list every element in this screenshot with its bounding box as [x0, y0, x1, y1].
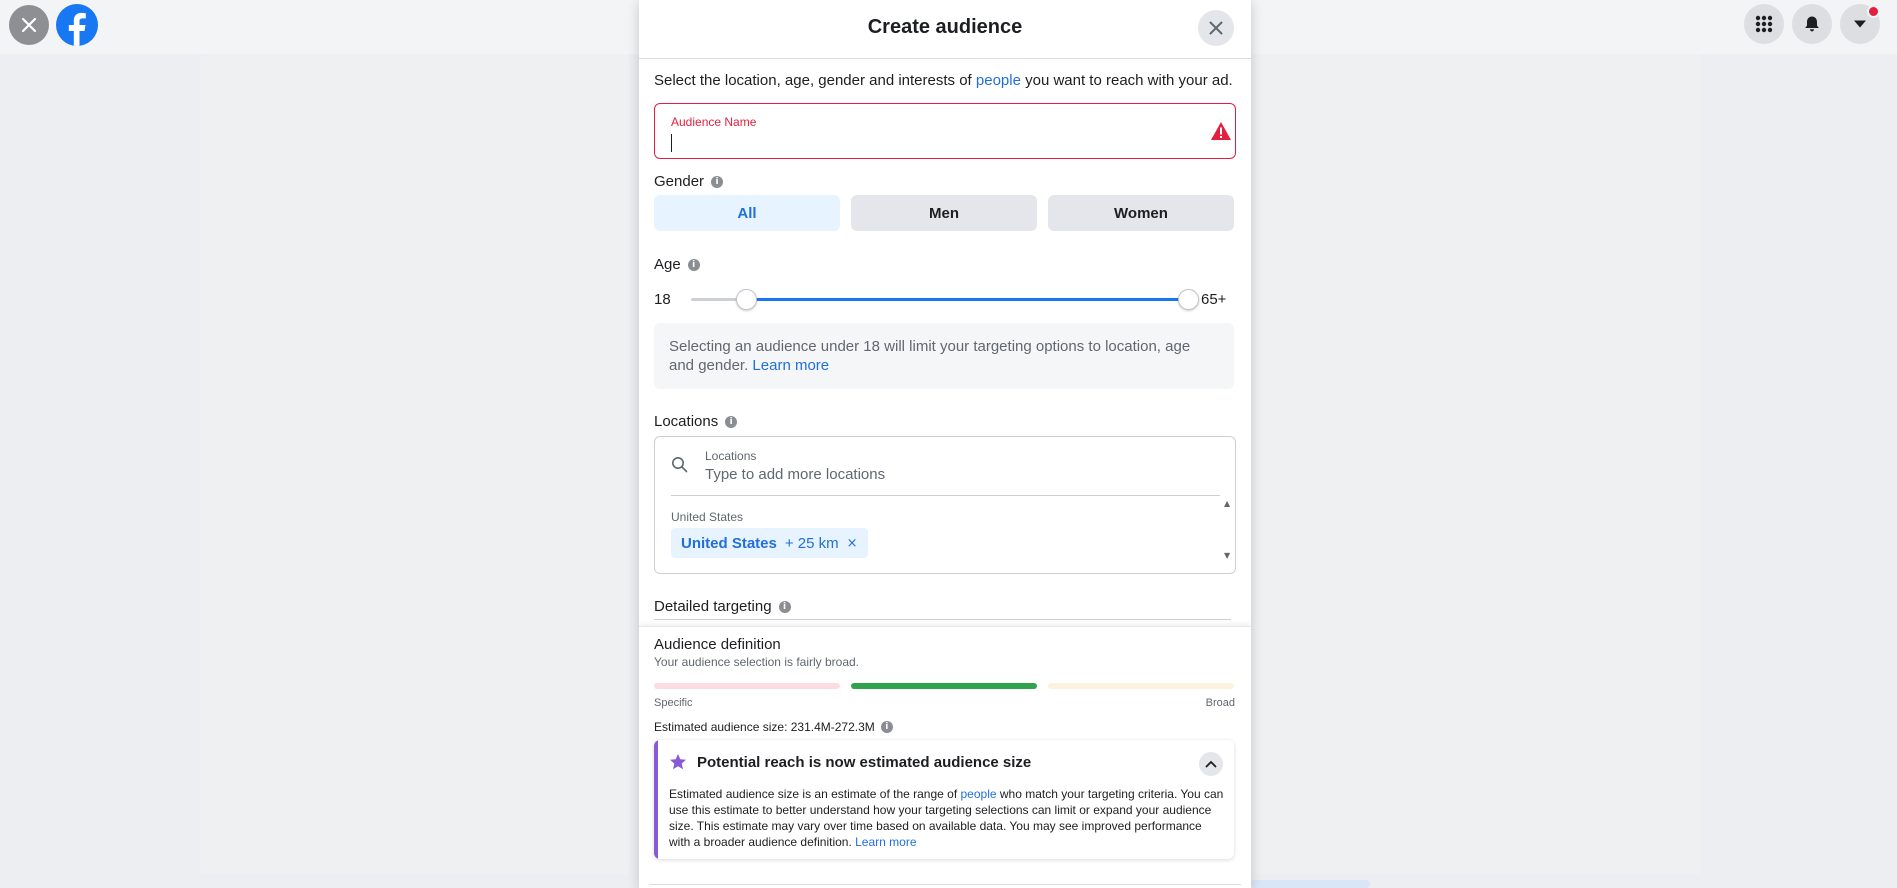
star-icon: [670, 754, 686, 770]
age-range-slider[interactable]: [691, 289, 1199, 310]
background-button: [1250, 880, 1370, 888]
info-icon[interactable]: i: [687, 258, 700, 271]
reach-body-text-1: Estimated audience size is an estimate o…: [669, 787, 961, 801]
gender-all-button[interactable]: All: [654, 195, 840, 231]
info-icon[interactable]: i: [880, 721, 893, 733]
detailed-targeting-label: Detailed targeting: [654, 598, 772, 615]
scroll-up-icon[interactable]: ▲: [1224, 499, 1230, 508]
gender-section-label: Gender i: [654, 173, 724, 190]
apps-menu-button[interactable]: [1744, 4, 1784, 44]
selected-locations-list: United States United States + 25 km ×: [671, 495, 1220, 564]
intro-text-start: Select the location, age, gender and int…: [654, 72, 976, 89]
close-icon: [1209, 21, 1223, 35]
dialog-footer-divider: [649, 884, 1241, 885]
info-icon[interactable]: i: [711, 175, 724, 188]
age-min-label: 18: [654, 291, 671, 308]
age-notice-text: Selecting an audience under 18 will limi…: [669, 338, 1191, 374]
estimated-audience-size: Estimated audience size: 231.4M-272.3M i: [654, 720, 893, 734]
background-panel-left: [200, 54, 630, 874]
locations-field-label: Locations: [705, 449, 757, 463]
create-audience-dialog: Create audience Select the location, age…: [639, 0, 1251, 888]
dialog-header: Create audience: [639, 0, 1251, 59]
notifications-button[interactable]: [1792, 4, 1832, 44]
remove-location-button[interactable]: ×: [847, 536, 858, 551]
close-editor-button[interactable]: [9, 5, 49, 45]
locations-scrollbar[interactable]: ▲ ▼: [1220, 495, 1235, 563]
location-chip[interactable]: United States + 25 km ×: [671, 528, 868, 558]
people-link[interactable]: people: [961, 787, 997, 801]
detailed-targeting-divider: [654, 619, 1231, 620]
location-group-label: United States: [671, 510, 744, 524]
audience-definition-title: Audience definition: [654, 636, 781, 653]
info-icon[interactable]: i: [725, 415, 738, 428]
meter-specific-label: Specific: [654, 697, 693, 709]
gender-women-button[interactable]: Women: [1048, 195, 1234, 231]
audience-name-label: Audience Name: [671, 115, 757, 129]
collapse-notice-button[interactable]: [1199, 752, 1223, 776]
audience-name-input[interactable]: [670, 132, 1190, 152]
age-notice: Selecting an audience under 18 will limi…: [654, 323, 1234, 389]
search-icon: [672, 457, 688, 473]
warning-icon: [1211, 122, 1231, 140]
account-menu-button[interactable]: [1840, 4, 1880, 44]
close-icon: [21, 17, 37, 33]
age-label: Age: [654, 256, 681, 273]
info-icon[interactable]: i: [778, 600, 791, 613]
people-link[interactable]: people: [976, 72, 1021, 89]
text-caret: [671, 134, 672, 152]
dialog-title: Create audience: [867, 16, 1023, 38]
intro-text-end: you want to reach with your ad.: [1020, 72, 1233, 89]
apps-grid-icon: [1755, 15, 1773, 33]
locations-search-input[interactable]: [705, 464, 1185, 484]
reach-notice-card: Potential reach is now estimated audienc…: [654, 740, 1234, 859]
meter-broad-segment: [1048, 683, 1234, 689]
locations-box: Locations United States United States + …: [654, 436, 1236, 574]
location-chip-name: United States: [681, 534, 777, 552]
audience-definition-panel: Audience definition Your audience select…: [639, 626, 1251, 888]
caret-down-icon: [1854, 20, 1866, 28]
gender-men-button[interactable]: Men: [851, 195, 1037, 231]
detailed-targeting-section-label: Detailed targeting i: [654, 598, 791, 615]
locations-section-label: Locations i: [654, 413, 738, 430]
reach-learn-more-link[interactable]: Learn more: [855, 835, 916, 849]
age-max-handle[interactable]: [1178, 289, 1199, 310]
dialog-intro: Select the location, age, gender and int…: [654, 72, 1233, 89]
facebook-f-icon: [68, 12, 86, 46]
age-max-label: 65+: [1201, 291, 1227, 308]
notification-dot: [1867, 5, 1880, 18]
age-range-fill: [745, 298, 1188, 301]
audience-definition-subtitle: Your audience selection is fairly broad.: [654, 655, 860, 669]
age-section-label: Age i: [654, 256, 700, 273]
scroll-down-icon[interactable]: ▼: [1224, 551, 1230, 560]
meter-middle-segment: [851, 683, 1037, 689]
gender-label: Gender: [654, 173, 705, 190]
age-min-handle[interactable]: [735, 289, 757, 310]
background-panel-right: [1251, 54, 1701, 874]
chevron-up-icon: [1205, 760, 1217, 768]
dialog-close-button[interactable]: [1198, 10, 1234, 46]
estimated-size-text: Estimated audience size: 231.4M-272.3M: [654, 720, 875, 734]
reach-notice-accent: [654, 740, 658, 859]
location-chip-radius: + 25 km: [784, 534, 839, 552]
audience-name-field[interactable]: Audience Name: [654, 103, 1236, 159]
facebook-logo[interactable]: [56, 4, 98, 46]
bell-icon: [1805, 16, 1819, 32]
meter-specific-segment: [654, 683, 840, 689]
age-learn-more-link[interactable]: Learn more: [752, 357, 829, 374]
meter-broad-label: Broad: [1205, 697, 1235, 709]
locations-label: Locations: [654, 413, 719, 430]
reach-notice-title: Potential reach is now estimated audienc…: [697, 754, 1032, 771]
reach-notice-body: Estimated audience size is an estimate o…: [669, 786, 1225, 850]
